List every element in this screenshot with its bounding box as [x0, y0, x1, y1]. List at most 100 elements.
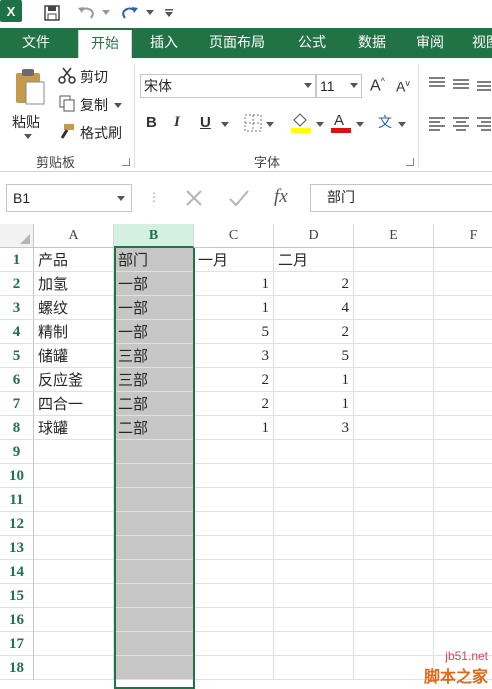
cell-b3[interactable]: 一部: [114, 296, 194, 320]
tab-file[interactable]: 文件: [0, 28, 72, 58]
column-header-b[interactable]: B: [114, 224, 194, 248]
cell-f9[interactable]: [434, 440, 492, 464]
cell-c8[interactable]: 1: [194, 416, 274, 440]
tab-review[interactable]: 审阅: [404, 28, 456, 58]
cell-a16[interactable]: [34, 608, 114, 632]
redo-icon[interactable]: [118, 2, 142, 24]
cell-e8[interactable]: [354, 416, 434, 440]
name-box-dropdown-icon[interactable]: [117, 196, 125, 201]
row-header-12[interactable]: 12: [0, 512, 34, 536]
cell-a7[interactable]: 四合一: [34, 392, 114, 416]
row-header-14[interactable]: 14: [0, 560, 34, 584]
row-header-10[interactable]: 10: [0, 464, 34, 488]
cell-c12[interactable]: [194, 512, 274, 536]
cell-c13[interactable]: [194, 536, 274, 560]
cell-f15[interactable]: [434, 584, 492, 608]
cell-a14[interactable]: [34, 560, 114, 584]
cell-e10[interactable]: [354, 464, 434, 488]
row-header-8[interactable]: 8: [0, 416, 34, 440]
tab-data[interactable]: 数据: [346, 28, 398, 58]
cell-c14[interactable]: [194, 560, 274, 584]
cell-d8[interactable]: 3: [274, 416, 354, 440]
cell-c7[interactable]: 2: [194, 392, 274, 416]
font-name-combo[interactable]: 宋体: [140, 74, 316, 98]
fill-color-icon[interactable]: [290, 110, 312, 138]
row-header-11[interactable]: 11: [0, 488, 34, 512]
cell-a17[interactable]: [34, 632, 114, 656]
cell-e18[interactable]: [354, 656, 434, 680]
tab-home[interactable]: 开始: [78, 30, 132, 58]
cell-a4[interactable]: 精制: [34, 320, 114, 344]
undo-dropdown-icon[interactable]: [100, 2, 112, 24]
cell-f13[interactable]: [434, 536, 492, 560]
select-all-button[interactable]: [0, 224, 34, 248]
redo-dropdown-icon[interactable]: [144, 2, 156, 24]
copy-button[interactable]: 复制: [58, 94, 122, 116]
cell-d3[interactable]: 4: [274, 296, 354, 320]
cell-d7[interactable]: 1: [274, 392, 354, 416]
cell-c10[interactable]: [194, 464, 274, 488]
cell-a13[interactable]: [34, 536, 114, 560]
fill-color-dropdown-icon[interactable]: [316, 122, 324, 127]
cell-d5[interactable]: 5: [274, 344, 354, 368]
cell-c17[interactable]: [194, 632, 274, 656]
cell-d2[interactable]: 2: [274, 272, 354, 296]
cell-d6[interactable]: 1: [274, 368, 354, 392]
customize-qat-icon[interactable]: [162, 2, 176, 24]
cell-f16[interactable]: [434, 608, 492, 632]
cell-b8[interactable]: 二部: [114, 416, 194, 440]
undo-icon[interactable]: [74, 2, 98, 24]
phonetic-guide-button[interactable]: 文: [378, 112, 392, 132]
cell-e3[interactable]: [354, 296, 434, 320]
font-color-dropdown-icon[interactable]: [356, 122, 364, 127]
font-size-combo[interactable]: 11: [316, 74, 362, 98]
cell-a2[interactable]: 加氢: [34, 272, 114, 296]
row-header-4[interactable]: 4: [0, 320, 34, 344]
cell-b2[interactable]: 一部: [114, 272, 194, 296]
cell-c11[interactable]: [194, 488, 274, 512]
cell-a18[interactable]: [34, 656, 114, 680]
cell-f3[interactable]: [434, 296, 492, 320]
cell-f4[interactable]: [434, 320, 492, 344]
row-header-5[interactable]: 5: [0, 344, 34, 368]
tab-insert[interactable]: 插入: [138, 28, 190, 58]
align-right-icon[interactable]: [476, 116, 492, 136]
name-box[interactable]: B1: [6, 184, 132, 212]
cell-b6[interactable]: 三部: [114, 368, 194, 392]
cell-d10[interactable]: [274, 464, 354, 488]
cell-a8[interactable]: 球罐: [34, 416, 114, 440]
cell-d12[interactable]: [274, 512, 354, 536]
cell-e14[interactable]: [354, 560, 434, 584]
cut-button[interactable]: 剪切: [58, 66, 108, 88]
cell-f1[interactable]: [434, 248, 492, 272]
align-center-icon[interactable]: [452, 116, 470, 136]
font-dialog-launcher-icon[interactable]: [406, 158, 414, 166]
cell-e15[interactable]: [354, 584, 434, 608]
cell-d18[interactable]: [274, 656, 354, 680]
cell-e7[interactable]: [354, 392, 434, 416]
cell-b12[interactable]: [114, 512, 194, 536]
cell-c16[interactable]: [194, 608, 274, 632]
align-middle-icon[interactable]: [452, 76, 470, 96]
row-header-15[interactable]: 15: [0, 584, 34, 608]
cell-a6[interactable]: 反应釜: [34, 368, 114, 392]
cell-e13[interactable]: [354, 536, 434, 560]
cell-d15[interactable]: [274, 584, 354, 608]
cell-c1[interactable]: 一月: [194, 248, 274, 272]
tab-formulas[interactable]: 公式: [286, 28, 338, 58]
cell-a15[interactable]: [34, 584, 114, 608]
cell-c6[interactable]: 2: [194, 368, 274, 392]
cell-b7[interactable]: 二部: [114, 392, 194, 416]
cell-d13[interactable]: [274, 536, 354, 560]
column-header-e[interactable]: E: [354, 224, 434, 248]
row-header-9[interactable]: 9: [0, 440, 34, 464]
cell-f12[interactable]: [434, 512, 492, 536]
row-header-6[interactable]: 6: [0, 368, 34, 392]
format-painter-button[interactable]: 格式刷: [58, 122, 122, 144]
shrink-font-button[interactable]: Av: [396, 78, 410, 95]
cell-e2[interactable]: [354, 272, 434, 296]
grow-font-button[interactable]: A^: [370, 76, 385, 95]
underline-button[interactable]: U: [200, 114, 211, 131]
border-dropdown-icon[interactable]: [266, 122, 274, 127]
row-header-17[interactable]: 17: [0, 632, 34, 656]
